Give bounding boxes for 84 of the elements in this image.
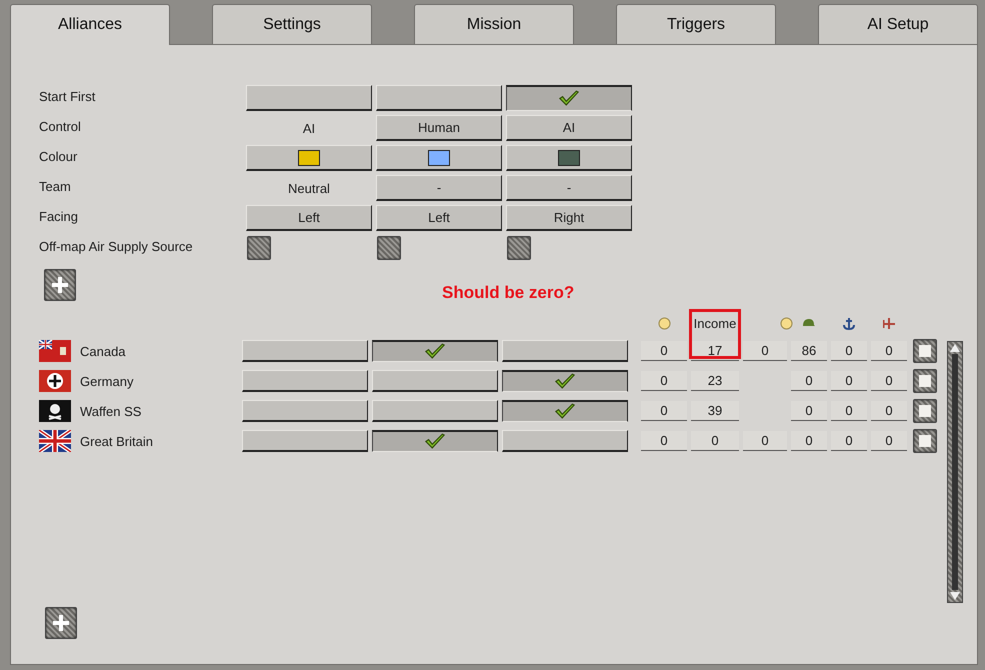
- side-toggle[interactable]: [502, 370, 628, 392]
- resource-value: 0: [691, 431, 739, 451]
- down-arrow-icon: [950, 592, 960, 600]
- colour-button[interactable]: [376, 145, 502, 171]
- option-button[interactable]: -: [376, 175, 502, 201]
- resource-value: 0: [871, 431, 907, 451]
- faction-name: Waffen SS: [80, 404, 142, 418]
- option-button[interactable]: Left: [246, 205, 372, 231]
- plus-icon: [50, 275, 70, 295]
- faction-name: Great Britain: [80, 434, 153, 448]
- resource-value: 0: [791, 431, 827, 451]
- colour-button[interactable]: [506, 145, 632, 171]
- setting-label: Off-map Air Supply Source: [39, 238, 194, 254]
- resource-value: 0: [743, 341, 787, 361]
- check-icon: [424, 433, 446, 450]
- option-button[interactable]: Left: [376, 205, 502, 231]
- toggle-button[interactable]: [506, 85, 632, 111]
- option-button[interactable]: Right: [506, 205, 632, 231]
- resource-value: 0: [831, 341, 867, 361]
- resource-value: 0: [743, 431, 787, 451]
- check-icon: [554, 403, 576, 420]
- plus-icon: [51, 613, 71, 633]
- resource-value: 0: [871, 341, 907, 361]
- resource-value: 0: [871, 371, 907, 391]
- annotation-text: Should be zero?: [442, 283, 574, 303]
- resource-value: 23: [691, 371, 739, 391]
- setting-value: AI: [302, 120, 316, 136]
- tab[interactable]: Alliances: [10, 4, 170, 45]
- tab[interactable]: Triggers: [616, 4, 776, 44]
- plane-icon: [882, 316, 896, 330]
- side-toggle[interactable]: [372, 430, 498, 452]
- faction-name: Canada: [80, 344, 126, 358]
- resource-value: 86: [791, 341, 827, 361]
- resource-value: 0: [641, 371, 687, 391]
- option-button[interactable]: Human: [376, 115, 502, 141]
- setting-label: Start First: [39, 88, 96, 104]
- check-icon: [554, 373, 576, 390]
- tab[interactable]: AI Setup: [818, 4, 978, 44]
- anchor-icon: [843, 316, 855, 330]
- supply-button[interactable]: [507, 236, 531, 260]
- side-toggle[interactable]: [372, 340, 498, 362]
- checkbox[interactable]: [913, 399, 937, 423]
- resource-value: 0: [641, 401, 687, 421]
- setting-label: Team: [39, 178, 72, 194]
- resource-value: 0: [641, 431, 687, 451]
- tab[interactable]: Mission: [414, 4, 574, 44]
- resource-value: 0: [831, 371, 867, 391]
- helmet-icon: [802, 318, 816, 328]
- coin-icon: [658, 316, 670, 330]
- setting-label: Colour: [39, 148, 78, 164]
- supply-button[interactable]: [247, 236, 271, 260]
- scrollbar[interactable]: [947, 341, 963, 603]
- checkbox[interactable]: [913, 429, 937, 453]
- coin-icon: [780, 316, 793, 330]
- side-toggle[interactable]: [502, 400, 628, 422]
- option-button[interactable]: -: [506, 175, 632, 201]
- flag-icon: [39, 430, 71, 452]
- resource-value: 0: [831, 431, 867, 451]
- resource-value: 0: [831, 401, 867, 421]
- check-icon: [424, 343, 446, 360]
- faction-name: Germany: [80, 374, 134, 388]
- setting-value: Neutral: [287, 180, 331, 196]
- flag-icon: [39, 370, 71, 392]
- flag-icon: [39, 340, 71, 362]
- resource-value: 39: [691, 401, 739, 421]
- tab[interactable]: Settings: [212, 4, 372, 44]
- resource-value: 0: [641, 341, 687, 361]
- up-arrow-icon: [950, 344, 960, 352]
- setting-label: Facing: [39, 208, 80, 224]
- flag-icon: [39, 400, 71, 422]
- option-button[interactable]: AI: [506, 115, 632, 141]
- supply-button[interactable]: [377, 236, 401, 260]
- highlight-box: [689, 309, 741, 359]
- resource-value: 0: [871, 401, 907, 421]
- colour-button[interactable]: [246, 145, 372, 171]
- add-button[interactable]: [44, 269, 76, 301]
- column-header: Income: [694, 316, 736, 330]
- add-button[interactable]: [45, 607, 77, 639]
- setting-label: Control: [39, 118, 82, 134]
- checkbox[interactable]: [913, 339, 937, 363]
- checkbox[interactable]: [913, 369, 937, 393]
- resource-value: 0: [791, 371, 827, 391]
- check-icon: [558, 90, 580, 107]
- resource-value: 0: [791, 401, 827, 421]
